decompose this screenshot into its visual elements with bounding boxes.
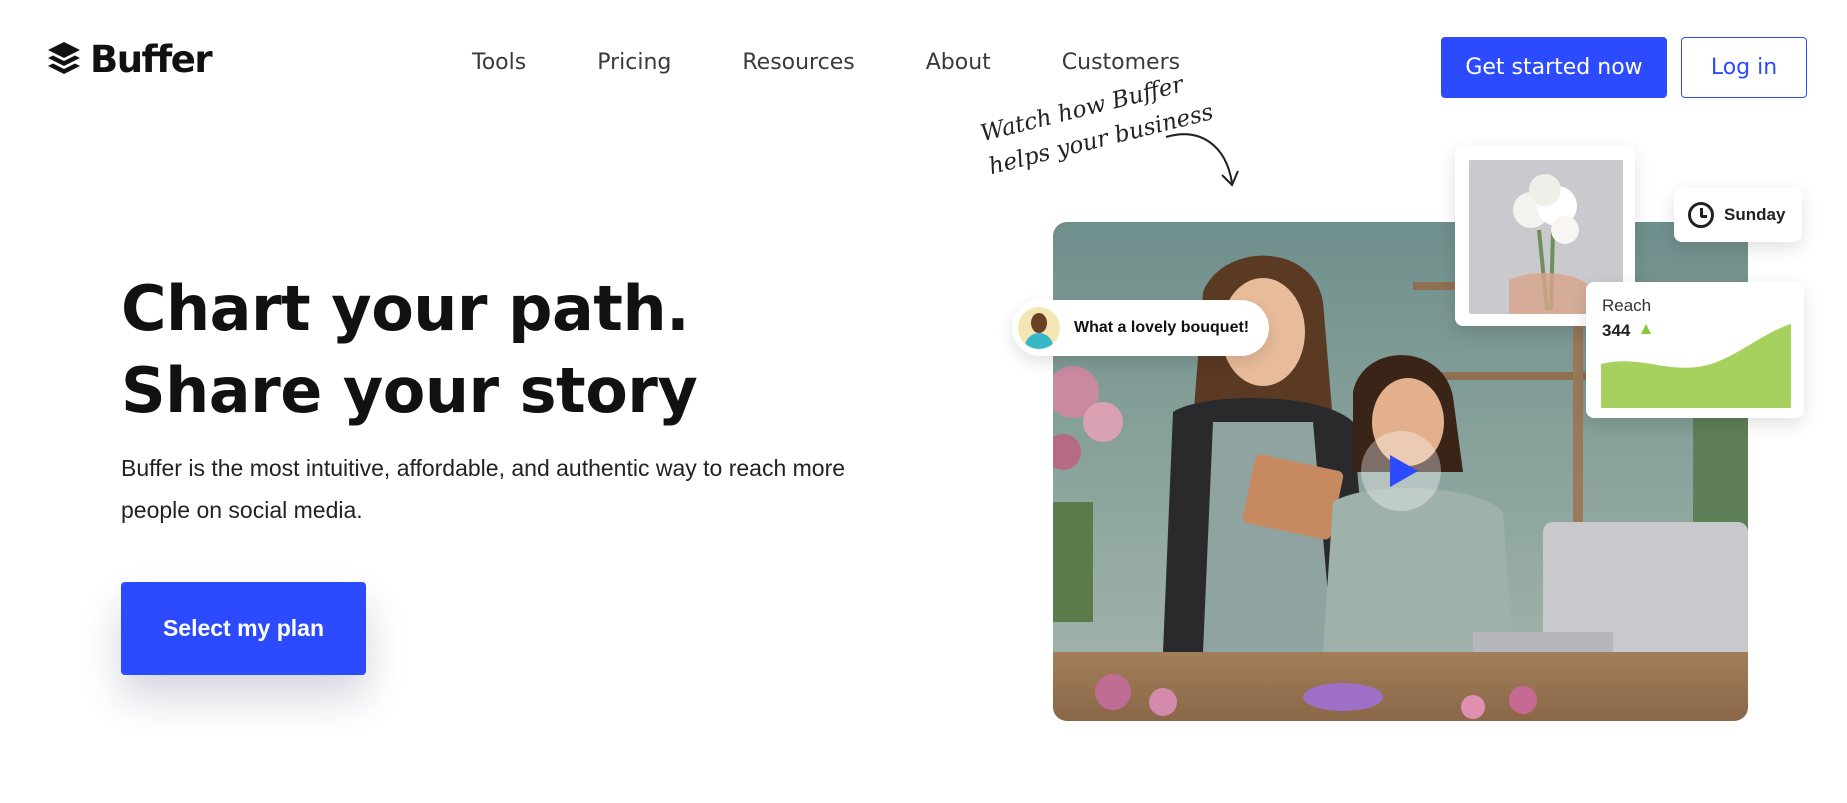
hero-title-line-1: Chart your path.	[121, 272, 690, 345]
curved-arrow-icon	[1165, 133, 1239, 187]
nav-resources[interactable]: Resources	[742, 50, 854, 75]
nav-pricing[interactable]: Pricing	[597, 50, 671, 75]
avatar-body	[1025, 333, 1053, 349]
avatar	[1018, 307, 1060, 349]
play-button[interactable]	[1361, 431, 1441, 511]
reach-stats-card: Reach 344	[1586, 282, 1804, 418]
play-icon	[1390, 455, 1418, 487]
site-header: Buffer Tools Pricing Resources About Cus…	[0, 0, 1847, 134]
hero-title: Chart your path. Share your story	[121, 268, 698, 432]
comment-text: What a lovely bouquet!	[1074, 319, 1250, 336]
schedule-day-label: Sunday	[1724, 205, 1786, 224]
logo-text: Buffer	[90, 38, 213, 81]
nav-tools[interactable]: Tools	[472, 50, 526, 75]
login-button[interactable]: Log in	[1681, 37, 1807, 98]
reach-area-chart	[1601, 324, 1791, 408]
avatar-head	[1031, 313, 1047, 333]
hero-subtitle: Buffer is the most intuitive, affordable…	[121, 455, 846, 523]
buffer-logo[interactable]: Buffer	[46, 38, 213, 81]
schedule-day-badge: Sunday	[1674, 188, 1802, 242]
hero-title-line-2: Share your story	[121, 354, 698, 427]
get-started-button[interactable]: Get started now	[1441, 37, 1667, 98]
nav-about[interactable]: About	[926, 50, 991, 75]
comment-bubble: What a lovely bouquet!	[1012, 300, 1270, 356]
clock-icon	[1688, 202, 1714, 228]
main-nav: Tools Pricing Resources About Customers	[472, 50, 1251, 75]
buffer-logo-icon	[48, 41, 80, 74]
select-plan-button[interactable]: Select my plan	[121, 582, 366, 675]
